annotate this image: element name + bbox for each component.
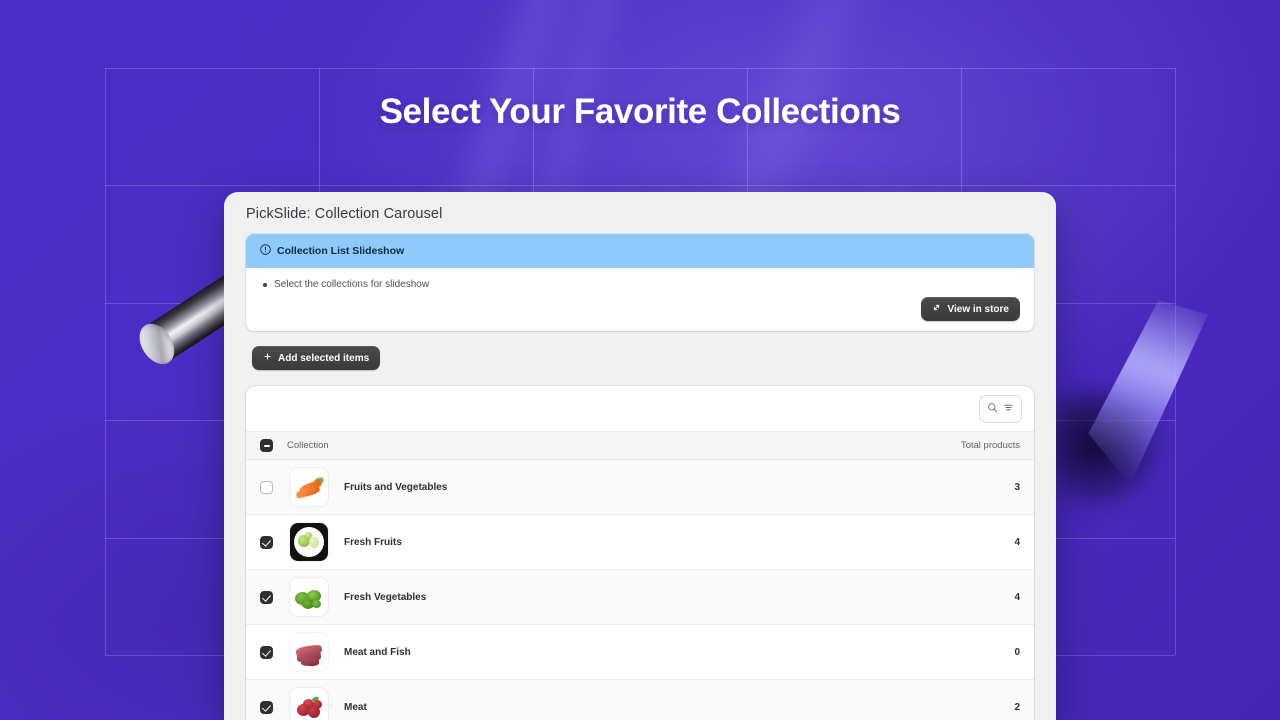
collection-name: Meat and Fish [344,646,411,658]
list-item: Select the collections for slideshow [260,279,1020,290]
row-checkbox[interactable] [260,480,274,494]
grid-line-horizontal [105,185,1175,186]
row-checkbox[interactable] [260,645,274,659]
view-in-store-label: View in store [947,303,1009,315]
table-row[interactable]: Meat and Fish 0 [246,625,1034,680]
row-checkbox[interactable] [260,700,274,714]
app-window-title: PickSlide: Collection Carousel [246,206,443,222]
collection-name: Fresh Fruits [344,536,402,548]
collection-total-products: 4 [1014,591,1020,603]
column-header-total-products: Total products [960,440,1020,451]
collections-table-card: Collection Total products Fruits and Veg… [246,386,1034,720]
app-window: PickSlide: Collection Carousel Collectio… [224,192,1056,720]
search-icon[interactable] [987,400,998,418]
collection-name: Fruits and Vegetables [344,481,448,493]
app-window-body: Collection List Slideshow Select the col… [224,234,1056,720]
table-toolbar [246,386,1034,431]
collection-total-products: 4 [1014,536,1020,548]
collection-thumbnail [290,633,328,671]
collection-thumbnail [290,578,328,616]
collection-thumbnail [290,468,328,506]
row-checkbox[interactable] [260,590,274,604]
view-in-store-button[interactable]: View in store [921,297,1020,321]
info-banner-title: Collection List Slideshow [277,245,405,257]
row-checkbox[interactable] [260,535,274,549]
collection-total-products: 3 [1014,481,1020,493]
search-filter-group[interactable] [979,395,1022,423]
collection-total-products: 2 [1014,701,1020,713]
info-banner-body: Select the collections for slideshow Vie… [246,268,1034,331]
add-selected-items-label: Add selected items [278,352,370,364]
page-title: Select Your Favorite Collections [379,92,901,131]
collection-name: Meat [344,701,367,713]
collection-total-products: 0 [1014,646,1020,658]
grid-line-horizontal [105,68,1175,69]
grid-line-vertical [105,68,106,655]
collection-name: Fresh Vegetables [344,591,427,603]
external-link-icon [932,303,941,315]
info-banner: Collection List Slideshow Select the col… [246,234,1034,331]
collection-thumbnail [290,688,328,720]
table-row[interactable]: Meat 2 [246,680,1034,720]
select-all-checkbox[interactable] [260,439,273,452]
table-row[interactable]: Fresh Vegetables 4 [246,570,1034,625]
info-banner-header: Collection List Slideshow [246,234,1034,268]
column-header-collection: Collection [287,440,329,451]
table-header-row: Collection Total products [246,431,1034,460]
info-circle-icon [260,242,271,260]
collection-thumbnail [290,523,328,561]
add-selected-items-button[interactable]: Add selected items [252,346,381,370]
table-row[interactable]: Fresh Fruits 4 [246,515,1034,570]
info-banner-bullet-list: Select the collections for slideshow [260,279,1020,290]
table-body: Fruits and Vegetables 3 Fresh Fruits 4 Fresh… [246,460,1034,720]
plus-icon [263,352,272,364]
table-row[interactable]: Fruits and Vegetables 3 [246,460,1034,515]
filter-icon[interactable] [1003,400,1014,418]
